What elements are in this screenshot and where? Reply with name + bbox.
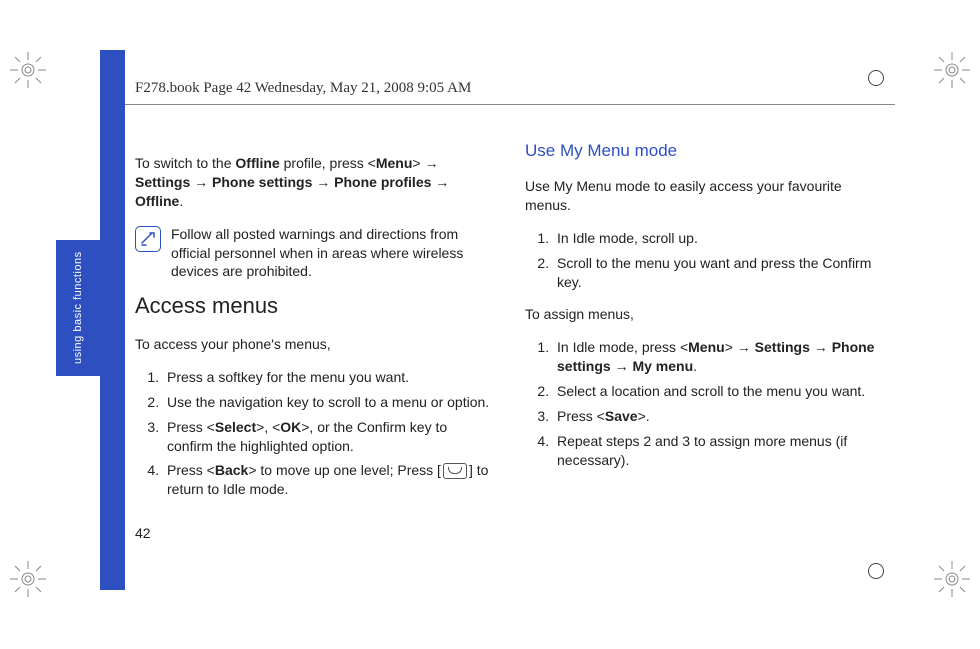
side-color-bar: [100, 50, 125, 590]
registration-mark-icon: [932, 559, 972, 599]
access-steps-list: Press a softkey for the menu you want. U…: [135, 368, 495, 499]
list-item: Press a softkey for the menu you want.: [163, 368, 495, 387]
page-content: To switch to the Offline profile, press …: [135, 140, 885, 507]
offline-profile-instruction: To switch to the Offline profile, press …: [135, 154, 495, 211]
note-text: Follow all posted warnings and direction…: [171, 225, 495, 282]
registration-mark-icon: [8, 559, 48, 599]
crop-ring-icon: [868, 70, 884, 86]
running-header-text: F278.book Page 42 Wednesday, May 21, 200…: [135, 80, 471, 96]
header-divider: [115, 104, 895, 105]
note-icon: [135, 226, 161, 252]
list-item: Use the navigation key to scroll to a me…: [163, 393, 495, 412]
list-item: Press <Save>.: [553, 407, 885, 426]
list-item: In Idle mode, scroll up.: [553, 229, 885, 248]
list-item: Press <Back> to move up one level; Press…: [163, 461, 495, 499]
heading-my-menu-mode: Use My Menu mode: [525, 140, 885, 163]
assign-intro: To assign menus,: [525, 305, 885, 324]
page-number: 42: [135, 525, 151, 541]
left-column: To switch to the Offline profile, press …: [135, 140, 495, 507]
heading-access-menus: Access menus: [135, 291, 495, 321]
my-menu-intro: Use My Menu mode to easily access your f…: [525, 177, 885, 215]
list-item: Repeat steps 2 and 3 to assign more menu…: [553, 432, 885, 470]
note-callout: Follow all posted warnings and direction…: [135, 225, 495, 282]
registration-mark-icon: [932, 50, 972, 90]
crop-ring-icon: [868, 563, 884, 579]
end-call-key-icon: [443, 463, 467, 479]
list-item: Press <Select>, <OK>, or the Confirm key…: [163, 418, 495, 456]
list-item: In Idle mode, press <Menu> → Settings → …: [553, 338, 885, 376]
running-header: F278.book Page 42 Wednesday, May 21, 200…: [135, 80, 471, 97]
registration-mark-icon: [8, 50, 48, 90]
list-item: Scroll to the menu you want and press th…: [553, 254, 885, 292]
my-menu-steps-list: In Idle mode, scroll up. Scroll to the m…: [525, 229, 885, 292]
right-column: Use My Menu mode Use My Menu mode to eas…: [525, 140, 885, 507]
list-item: Select a location and scroll to the menu…: [553, 382, 885, 401]
assign-steps-list: In Idle mode, press <Menu> → Settings → …: [525, 338, 885, 469]
access-intro: To access your phone's menus,: [135, 335, 495, 354]
side-tab-label: using basic functions: [56, 240, 100, 376]
